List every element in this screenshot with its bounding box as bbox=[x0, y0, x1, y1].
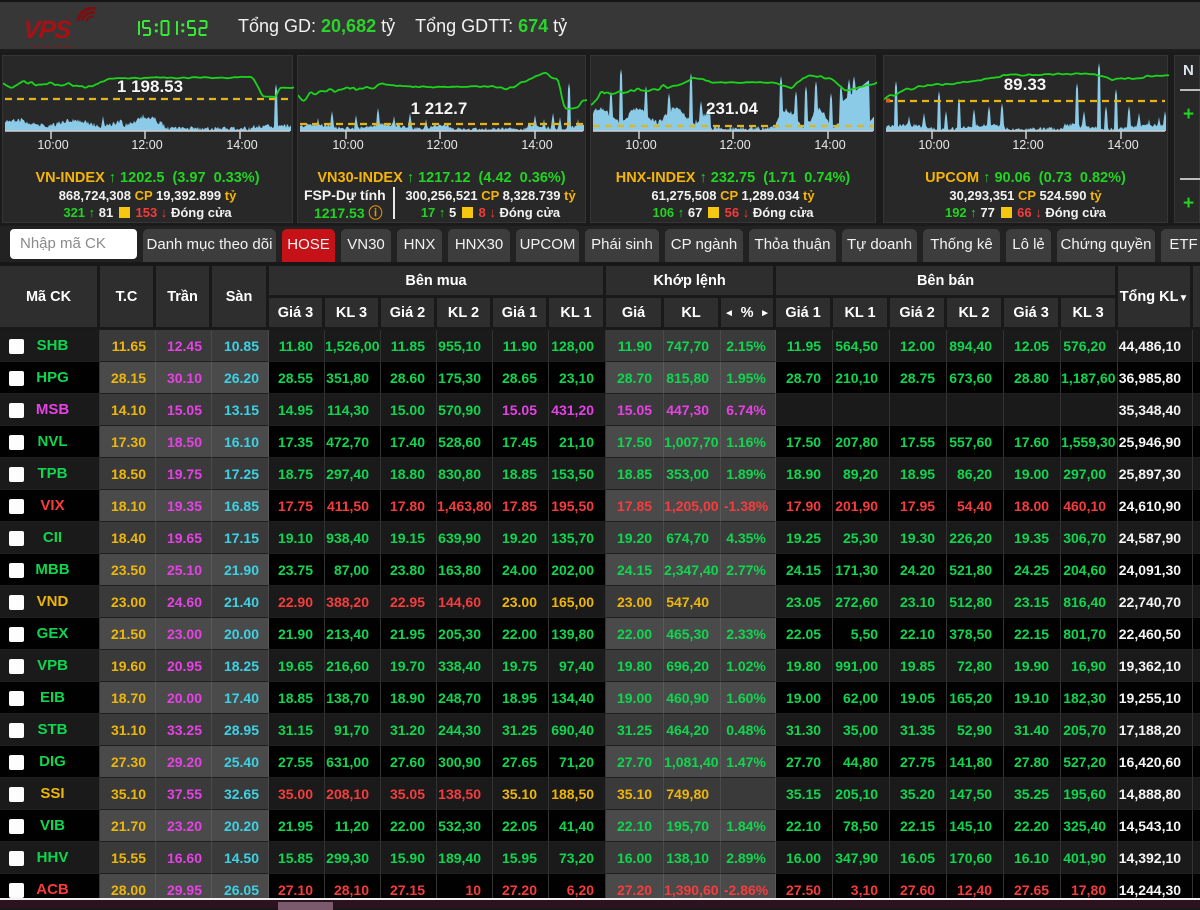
svg-text:14:00: 14:00 bbox=[814, 138, 845, 151]
svg-text:10:00: 10:00 bbox=[37, 138, 68, 151]
svg-text:14:00: 14:00 bbox=[226, 138, 257, 151]
svg-text:231.04: 231.04 bbox=[706, 99, 759, 118]
svg-text:VPS: VPS bbox=[25, 16, 73, 44]
svg-text:14:00: 14:00 bbox=[1107, 138, 1138, 151]
svg-text:14:00: 14:00 bbox=[521, 138, 552, 151]
svg-text:12:00: 12:00 bbox=[719, 138, 750, 151]
svg-text:10:00: 10:00 bbox=[332, 138, 363, 151]
svg-text:12:00: 12:00 bbox=[426, 138, 457, 151]
svg-text:12:00: 12:00 bbox=[131, 138, 162, 151]
svg-text:1 198.53: 1 198.53 bbox=[117, 77, 183, 96]
svg-text:10:00: 10:00 bbox=[918, 138, 949, 151]
svg-text:89.33: 89.33 bbox=[1004, 75, 1047, 94]
svg-text:10:00: 10:00 bbox=[625, 138, 656, 151]
svg-text:12:00: 12:00 bbox=[1012, 138, 1043, 151]
svg-text:1 212.7: 1 212.7 bbox=[411, 99, 468, 118]
svg-text:SECURITIES: SECURITIES bbox=[32, 44, 76, 49]
